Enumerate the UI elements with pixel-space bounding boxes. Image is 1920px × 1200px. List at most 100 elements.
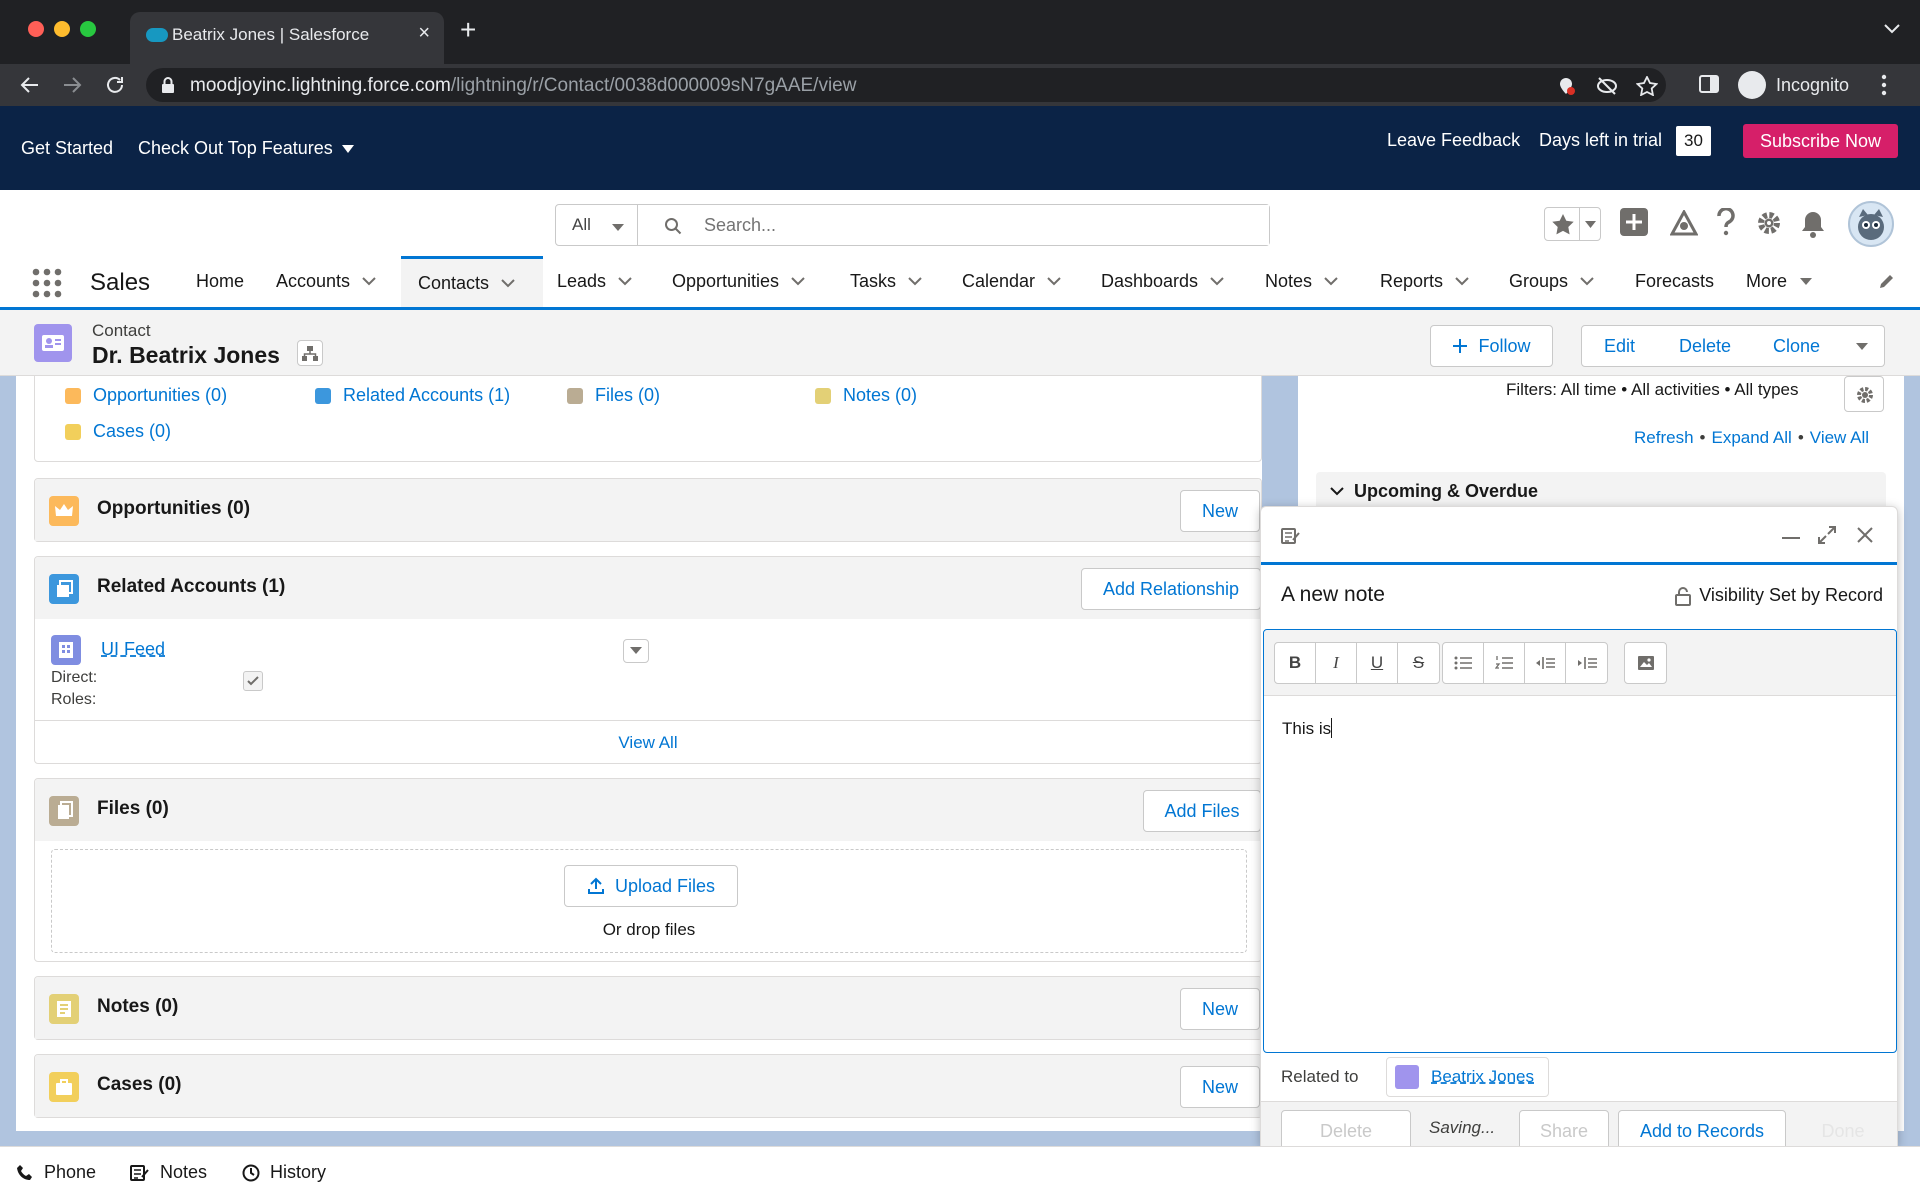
nav-item-groups[interactable]: Groups (1509, 256, 1594, 307)
quick-link-opportunities[interactable]: Opportunities (0) (65, 385, 227, 406)
browser-menu-icon[interactable] (1880, 73, 1888, 97)
account-link-ui-feed[interactable]: UI Feed (101, 639, 165, 660)
trailhead-guidance-icon[interactable] (1670, 210, 1698, 236)
zoom-window-dot[interactable] (80, 21, 96, 37)
clone-button[interactable]: Clone (1753, 325, 1841, 367)
expand-all-link[interactable]: Expand All (1711, 428, 1791, 448)
nav-item-leads[interactable]: Leads (557, 256, 632, 307)
search-scope-select[interactable]: All (556, 205, 638, 245)
view-all-related-accounts-link[interactable]: View All (35, 733, 1261, 753)
edit-nav-pencil-icon[interactable] (1878, 272, 1896, 290)
italic-button[interactable]: I (1316, 643, 1357, 683)
nav-item-opportunities[interactable]: Opportunities (672, 256, 805, 307)
chevron-down-icon[interactable] (1324, 277, 1338, 286)
quick-link-files[interactable]: Files (0) (567, 385, 660, 406)
utility-history[interactable]: History (242, 1162, 326, 1183)
underline-button[interactable]: U (1357, 643, 1398, 683)
upload-files-button[interactable]: Upload Files (564, 865, 738, 907)
nav-item-reports[interactable]: Reports (1380, 256, 1469, 307)
browser-tab[interactable]: Beatrix Jones | Salesforce × (130, 12, 444, 64)
utility-phone[interactable]: Phone (16, 1162, 96, 1183)
delete-button[interactable]: Delete (1657, 325, 1754, 367)
close-icon[interactable] (1857, 527, 1873, 543)
notifications-bell-icon[interactable] (1800, 210, 1826, 238)
bold-button[interactable]: B (1275, 643, 1316, 683)
add-relationship-button[interactable]: Add Relationship (1081, 568, 1261, 610)
setup-gear-icon[interactable] (1756, 210, 1782, 236)
row-actions-menu[interactable] (623, 639, 649, 663)
nav-item-tasks[interactable]: Tasks (850, 256, 922, 307)
nav-item-accounts[interactable]: Accounts (276, 256, 376, 307)
chevron-down-icon[interactable] (501, 278, 515, 288)
nav-item-home[interactable]: Home (196, 256, 244, 307)
activity-filter-gear-button[interactable] (1844, 376, 1884, 412)
indent-button[interactable] (1566, 643, 1607, 683)
new-case-button[interactable]: New (1180, 1066, 1260, 1108)
nav-item-calendar[interactable]: Calendar (962, 256, 1061, 307)
nav-item-forecasts[interactable]: Forecasts (1635, 256, 1714, 307)
file-drop-zone[interactable]: Upload Files Or drop files (51, 849, 1247, 953)
bulleted-list-button[interactable] (1443, 643, 1484, 683)
favorites-button[interactable] (1544, 207, 1601, 241)
numbered-list-button[interactable] (1484, 643, 1525, 683)
global-actions-plus-icon[interactable] (1620, 208, 1648, 236)
note-title-input[interactable]: A new note (1281, 583, 1385, 607)
chevron-down-icon[interactable] (791, 277, 805, 286)
close-window-dot[interactable] (28, 21, 44, 37)
address-bar[interactable]: moodjoyinc.lightning.force.com/lightning… (146, 68, 1666, 102)
new-tab-icon[interactable]: + (460, 16, 476, 44)
lock-icon[interactable] (160, 76, 176, 94)
quick-link-notes[interactable]: Notes (0) (815, 385, 917, 406)
forward-arrow-icon[interactable] (60, 73, 84, 97)
add-files-button[interactable]: Add Files (1143, 790, 1261, 832)
bookmark-star-icon[interactable] (1636, 76, 1658, 96)
quick-link-related-accounts[interactable]: Related Accounts (1) (315, 385, 510, 406)
utility-notes[interactable]: Notes (130, 1162, 207, 1183)
close-tab-icon[interactable]: × (418, 22, 430, 45)
chevron-down-icon[interactable] (1210, 277, 1224, 286)
expand-icon[interactable] (1817, 525, 1837, 545)
related-record-pill[interactable]: Beatrix Jones (1386, 1057, 1549, 1097)
top-features-menu[interactable]: Check Out Top Features (138, 138, 355, 159)
nav-item-contacts[interactable]: Contacts (401, 256, 543, 307)
nav-item-notes[interactable]: Notes (1265, 256, 1338, 307)
incognito-indicator[interactable]: Incognito (1738, 68, 1849, 102)
app-launcher-icon[interactable] (32, 268, 62, 298)
tab-search-chevron-icon[interactable] (1884, 24, 1900, 34)
help-question-icon[interactable] (1716, 208, 1736, 236)
edit-button[interactable]: Edit (1581, 325, 1658, 367)
get-started-link[interactable]: Get Started (21, 138, 113, 159)
chevron-down-icon[interactable] (1580, 277, 1594, 286)
outdent-button[interactable] (1525, 643, 1566, 683)
quick-link-cases[interactable]: Cases (0) (65, 421, 171, 442)
subscribe-now-button[interactable]: Subscribe Now (1743, 124, 1898, 158)
refresh-link[interactable]: Refresh (1634, 428, 1694, 448)
user-avatar[interactable] (1848, 201, 1894, 247)
nav-item-dashboards[interactable]: Dashboards (1101, 256, 1224, 307)
nav-item-more[interactable]: More (1746, 256, 1813, 307)
new-opportunity-button[interactable]: New (1180, 490, 1260, 532)
more-actions-button[interactable] (1840, 325, 1885, 367)
related-record-link[interactable]: Beatrix Jones (1431, 1067, 1534, 1087)
chevron-down-icon[interactable] (1455, 277, 1469, 286)
new-note-button[interactable]: New (1180, 988, 1260, 1030)
chevron-down-icon[interactable] (1047, 277, 1061, 286)
reload-icon[interactable] (103, 73, 127, 97)
minimize-icon[interactable] (1782, 537, 1800, 539)
note-rich-text-editor[interactable]: B I U S This is (1263, 629, 1897, 1053)
chevron-down-icon[interactable] (908, 277, 922, 286)
note-body-text[interactable]: This is (1282, 718, 1333, 739)
back-arrow-icon[interactable] (18, 73, 42, 97)
eye-slash-icon[interactable] (1596, 76, 1618, 96)
search-input[interactable] (638, 205, 1269, 245)
leave-feedback-link[interactable]: Leave Feedback (1387, 130, 1520, 151)
view-all-activity-link[interactable]: View All (1810, 428, 1869, 448)
side-panel-icon[interactable] (1698, 73, 1720, 95)
chevron-down-icon[interactable] (618, 277, 632, 286)
location-blocked-icon[interactable] (1556, 76, 1576, 96)
hierarchy-icon[interactable] (297, 340, 323, 366)
strikethrough-button[interactable]: S (1398, 643, 1439, 683)
minimize-window-dot[interactable] (54, 21, 70, 37)
follow-button[interactable]: Follow (1430, 325, 1553, 367)
chevron-down-icon[interactable] (362, 277, 376, 286)
